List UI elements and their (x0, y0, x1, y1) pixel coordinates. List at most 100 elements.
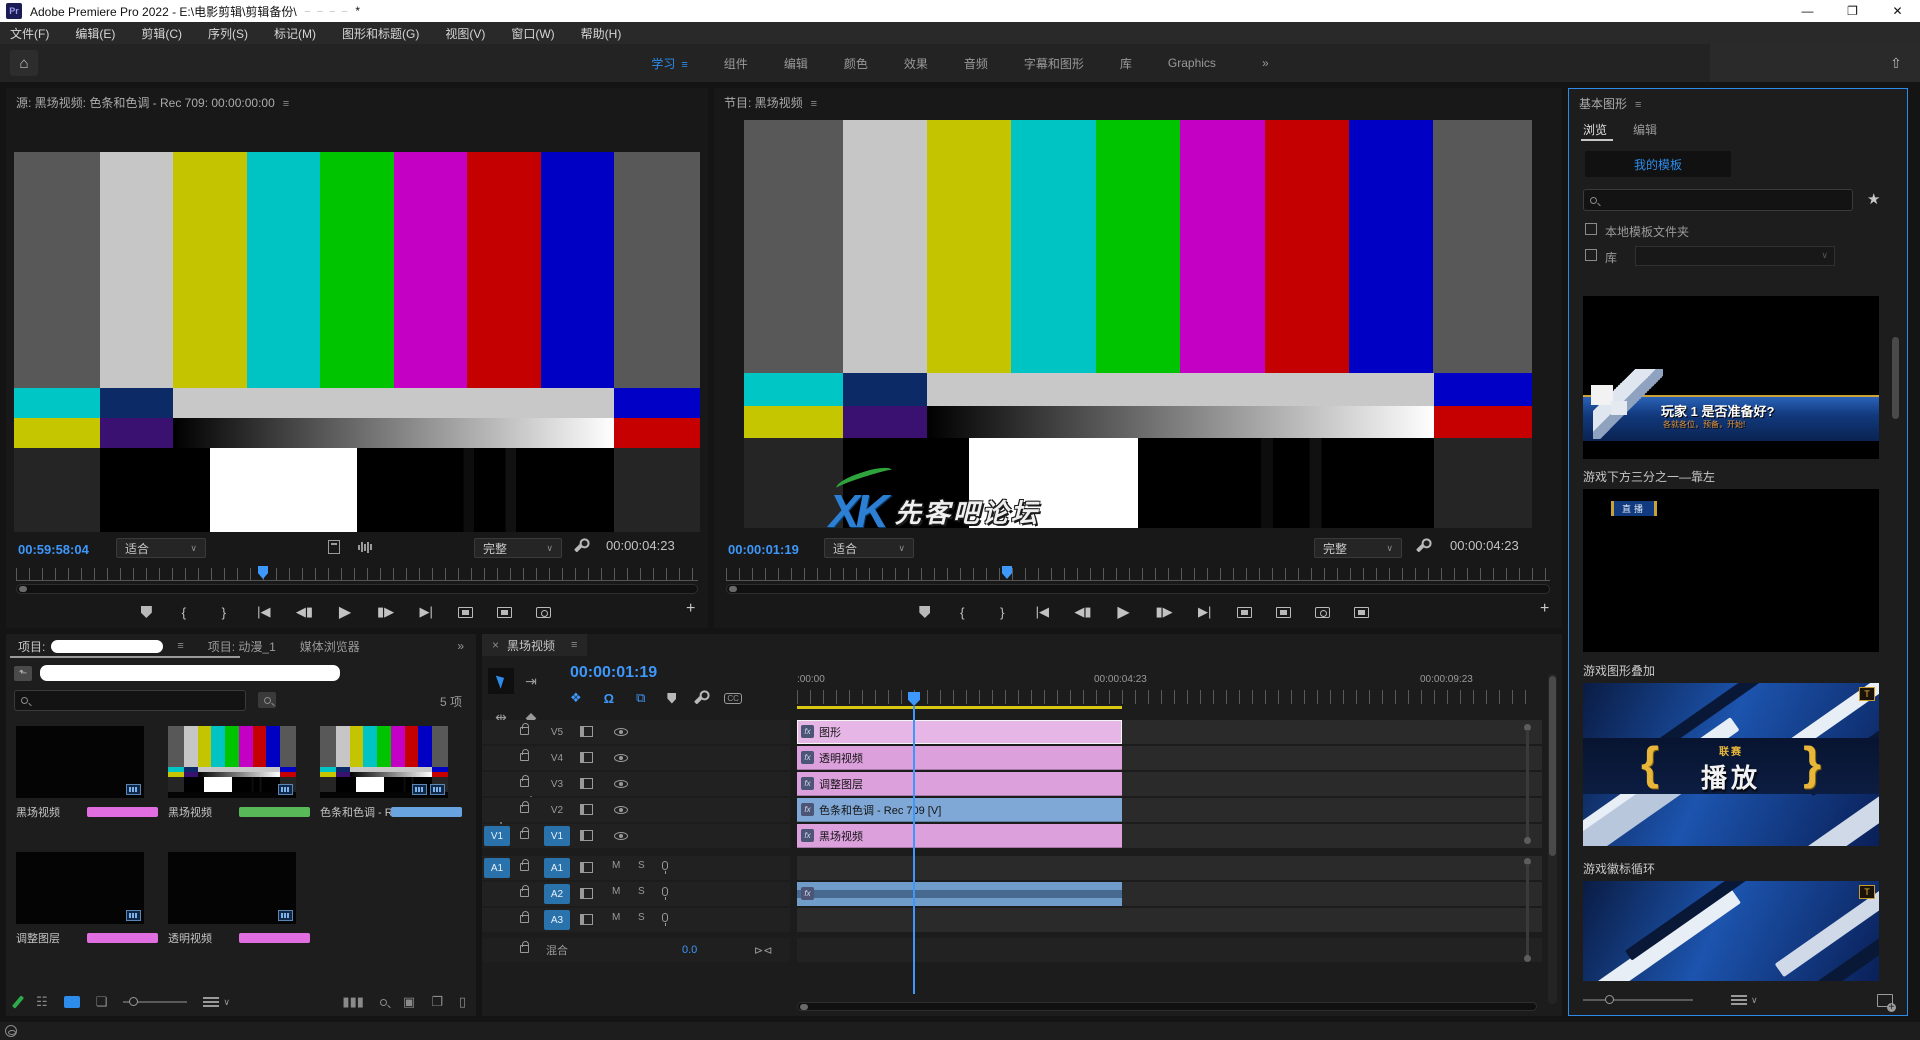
workspace-tab-editing[interactable]: 编辑 (784, 55, 808, 72)
timeline-vertical-scrollbar[interactable] (1548, 674, 1557, 1004)
navigate-up-icon[interactable]: ⬑ (14, 666, 32, 681)
sync-lock-icon[interactable] (580, 914, 593, 925)
mute-button[interactable]: M (612, 912, 620, 923)
track-name-a2[interactable]: A2 (544, 884, 570, 904)
workspace-tab-assembly[interactable]: 组件 (724, 55, 748, 72)
solo-button[interactable]: S (638, 860, 645, 871)
timeline-settings-wrench-icon[interactable] (694, 692, 706, 704)
comparison-view-button[interactable] (1354, 607, 1369, 618)
overwrite-button[interactable] (497, 607, 512, 618)
track-lane-v5[interactable]: fx图形 (797, 720, 1542, 744)
clip-bars-tone[interactable]: fx色条和色调 - Rec 709 [V] (797, 798, 1122, 822)
menu-sequence[interactable]: 序列(S) (208, 25, 248, 42)
workspace-tab-effects[interactable]: 效果 (904, 55, 928, 72)
step-forward-button[interactable]: ▮▶ (1156, 604, 1173, 620)
timeline-horizontal-scrollbar[interactable] (797, 1002, 1537, 1011)
project-search-input[interactable] (14, 690, 246, 711)
solo-button[interactable]: S (638, 912, 645, 923)
close-tab-icon[interactable]: × (492, 638, 499, 652)
track-name-v5[interactable]: V5 (544, 722, 570, 742)
track-lane-a1[interactable] (797, 856, 1542, 880)
track-lane-v2[interactable]: fx色条和色调 - Rec 709 [V] (797, 798, 1542, 822)
track-name-a3[interactable]: A3 (544, 910, 570, 930)
lock-icon[interactable] (520, 727, 529, 735)
audio-tracks-scrollbar[interactable] (1524, 858, 1531, 962)
project-item-bars-tone[interactable]: 色条和色调 - Rec 709 (320, 726, 462, 820)
track-name-a1[interactable]: A1 (544, 858, 570, 878)
go-to-out-button[interactable]: ▶| (418, 604, 434, 620)
drag-video-icon[interactable] (328, 540, 340, 554)
toggle-track-output-icon[interactable] (614, 780, 628, 788)
track-lane-v3[interactable]: fx调整图层 (797, 772, 1542, 796)
tab-browse[interactable]: 浏览 (1583, 121, 1607, 138)
panel-menu-icon[interactable]: ≡ (811, 98, 817, 110)
lock-icon[interactable] (520, 753, 529, 761)
toggle-track-output-icon[interactable] (614, 832, 628, 840)
automate-to-sequence-icon[interactable]: ▮▮▮ (342, 994, 363, 1010)
track-lane-a2[interactable]: fx (797, 882, 1542, 906)
button-editor-plus-icon[interactable]: + (686, 600, 695, 618)
local-templates-checkbox[interactable] (1585, 223, 1597, 235)
mix-value[interactable]: 0.0 (682, 944, 697, 956)
template-lower-third[interactable]: 玩家 1 是否准备好? 各就各位，预备，开始! (1583, 296, 1879, 459)
insert-button[interactable] (458, 607, 473, 618)
extract-button[interactable] (1276, 607, 1291, 618)
program-timeline-ruler[interactable] (726, 568, 1550, 580)
project-item-adjustment-layer[interactable]: 调整图层 (16, 852, 158, 946)
clip-transparent-video[interactable]: fx透明视频 (797, 746, 1122, 770)
restore-button[interactable]: ❐ (1830, 0, 1875, 22)
sync-lock-icon[interactable] (580, 888, 593, 899)
insert-overwrite-sequence-icon[interactable]: ❖ (570, 690, 582, 706)
source-resolution-select[interactable]: 完整∨ (474, 538, 562, 558)
play-button[interactable]: ▶ (1116, 602, 1132, 622)
trash-icon[interactable]: ▯ (459, 994, 466, 1010)
sync-lock-icon[interactable] (580, 830, 593, 841)
toggle-track-output-icon[interactable] (614, 754, 628, 762)
project-item-black-video-sequence[interactable]: 黑场视频 (168, 726, 310, 820)
thumbnail-zoom-slider[interactable] (123, 1001, 187, 1003)
work-area-bar[interactable] (797, 706, 1122, 709)
panel-menu-icon[interactable]: ≡ (283, 98, 289, 110)
program-settings-wrench-icon[interactable] (1416, 540, 1428, 552)
export-frame-button[interactable] (1315, 607, 1330, 618)
lock-icon[interactable] (520, 779, 529, 787)
voiceover-record-icon[interactable] (662, 913, 668, 922)
program-timecode[interactable]: 00:00:01:19 (728, 542, 799, 557)
source-patch-a1[interactable]: A1 (484, 858, 510, 878)
templates-search-input[interactable] (1583, 189, 1853, 211)
audio-clip[interactable]: fx (797, 882, 1122, 906)
captions-cc-icon[interactable]: CC (724, 693, 742, 704)
track-select-forward-tool[interactable]: ⇥ (518, 668, 544, 694)
mark-in-button[interactable]: { (176, 605, 192, 620)
lock-icon[interactable] (520, 889, 529, 897)
templates-scrollbar[interactable] (1891, 289, 1900, 983)
template-logo-loop[interactable]: { } 联赛 播放 T (1583, 683, 1879, 846)
menu-window[interactable]: 窗口(W) (511, 25, 554, 42)
go-to-in-button[interactable]: |◀ (1034, 604, 1050, 620)
tab-project-anime[interactable]: 项目: 动漫_1 (196, 634, 288, 658)
workspace-tab-color[interactable]: 颜色 (844, 55, 868, 72)
my-templates-button[interactable]: 我的模板 (1585, 151, 1731, 177)
list-view-icon[interactable]: ☷ (36, 994, 48, 1010)
step-back-button[interactable]: ◀▮ (1074, 604, 1091, 620)
program-video-viewer[interactable] (744, 120, 1532, 528)
label-color-chip[interactable] (87, 807, 158, 817)
favorites-star-icon[interactable]: ★ (1867, 190, 1880, 208)
sort-icon[interactable]: ∨ (203, 997, 230, 1008)
play-button[interactable]: ▶ (337, 602, 353, 622)
source-patch-v1[interactable]: V1 (484, 826, 510, 846)
add-marker-icon[interactable] (667, 693, 676, 704)
lock-icon[interactable] (520, 831, 529, 839)
lock-icon[interactable] (520, 945, 529, 953)
menu-help[interactable]: 帮助(H) (581, 25, 622, 42)
program-zoom-scrollbar[interactable] (726, 584, 1550, 594)
panel-menu-icon[interactable]: ≡ (571, 639, 577, 651)
timeline-playhead-line[interactable] (913, 706, 915, 994)
step-forward-button[interactable]: ▮▶ (377, 604, 394, 620)
search-bin-icon[interactable] (258, 692, 276, 708)
menu-view[interactable]: 视图(V) (445, 25, 485, 42)
panel-menu-icon[interactable]: ≡ (177, 640, 183, 652)
new-layout-icon[interactable] (1877, 994, 1893, 1007)
lock-icon[interactable] (520, 805, 529, 813)
workspace-overflow-icon[interactable]: » (1262, 56, 1269, 70)
